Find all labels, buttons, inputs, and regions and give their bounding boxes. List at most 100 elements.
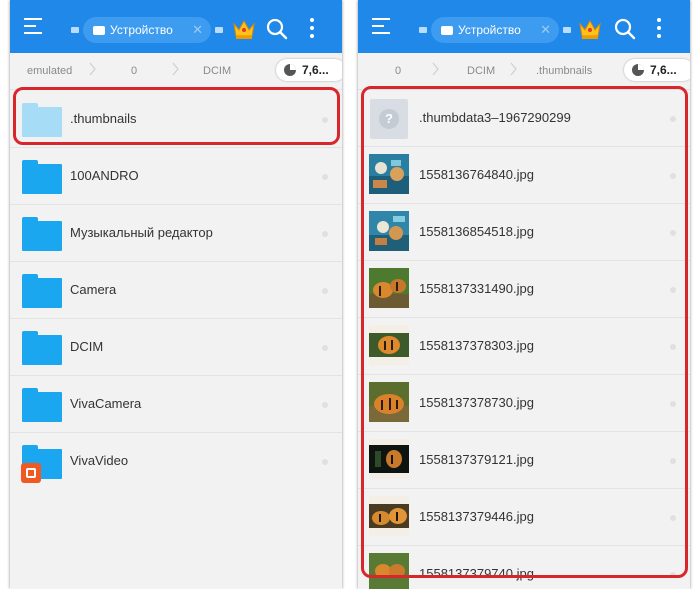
list-item[interactable]: VivaVideo [10, 432, 342, 489]
item-name: 1558136854518.jpg [419, 224, 534, 239]
storage-pie-icon [284, 64, 296, 76]
image-thumbnail [369, 325, 409, 365]
menu-icon[interactable] [24, 18, 42, 34]
tab-indicator-icon[interactable] [215, 27, 223, 33]
select-dot-icon[interactable] [670, 401, 676, 407]
crown-icon[interactable] [578, 18, 602, 40]
top-bar: Устройство ✕ [10, 0, 342, 53]
breadcrumb-item[interactable]: DCIM [203, 65, 231, 77]
unknown-file-icon: ? [370, 99, 408, 139]
select-dot-icon[interactable] [322, 345, 328, 351]
folder-icon [22, 388, 62, 422]
select-dot-icon[interactable] [322, 117, 328, 123]
breadcrumb-item[interactable]: 0 [131, 65, 137, 77]
close-tab-icon[interactable]: ✕ [192, 22, 203, 38]
folder-icon [22, 274, 62, 308]
chevron-right-icon [510, 62, 517, 76]
item-name: 1558137379446.jpg [419, 509, 534, 524]
tab-indicator-icon[interactable] [71, 27, 79, 33]
list-item[interactable]: DCIM [10, 318, 342, 376]
list-item[interactable]: .thumbnails [10, 90, 342, 148]
device-icon [93, 26, 105, 35]
select-dot-icon[interactable] [322, 288, 328, 294]
select-dot-icon[interactable] [322, 231, 328, 237]
storage-indicator[interactable]: 7,6... [624, 59, 690, 81]
list-item[interactable]: 1558136764840.jpg [358, 146, 690, 204]
app-badge-icon [21, 463, 41, 483]
image-thumbnail [369, 439, 409, 479]
item-name: VivaVideo [70, 453, 129, 468]
chevron-right-icon [89, 62, 96, 76]
list-item[interactable]: 1558137379446.jpg [358, 488, 690, 546]
item-name: .thumbnails [70, 111, 137, 126]
image-thumbnail [369, 268, 409, 308]
select-dot-icon[interactable] [670, 344, 676, 350]
list-item[interactable]: Camera [10, 261, 342, 319]
storage-pie-icon [632, 64, 644, 76]
breadcrumb-item[interactable]: emulated [27, 65, 72, 77]
select-dot-icon[interactable] [670, 458, 676, 464]
tab-device[interactable]: Устройство ✕ [431, 17, 559, 43]
select-dot-icon[interactable] [670, 287, 676, 293]
list-item[interactable]: 1558137378730.jpg [358, 374, 690, 432]
folder-icon [22, 331, 62, 365]
list-item[interactable]: 1558137379740.jpg [358, 545, 690, 589]
item-name: 1558137379740.jpg [419, 566, 534, 581]
chevron-right-icon [432, 62, 439, 76]
tab-label: Устройство [458, 23, 521, 37]
breadcrumb-item[interactable]: 0 [395, 65, 401, 77]
list-item[interactable]: ? .thumbdata3–1967290299 [358, 89, 690, 147]
list-item[interactable]: 100ANDRO [10, 147, 342, 205]
crown-icon[interactable] [232, 18, 256, 40]
storage-indicator[interactable]: 7,6... [276, 59, 342, 81]
select-dot-icon[interactable] [670, 116, 676, 122]
tab-device[interactable]: Устройство ✕ [83, 17, 211, 43]
select-dot-icon[interactable] [322, 174, 328, 180]
item-name: VivaCamera [70, 396, 142, 411]
select-dot-icon[interactable] [670, 230, 676, 236]
select-dot-icon[interactable] [322, 459, 328, 465]
chevron-right-icon [172, 62, 179, 76]
folder-icon [22, 160, 62, 194]
item-name: 1558136764840.jpg [419, 167, 534, 182]
list-item[interactable]: 1558137378303.jpg [358, 317, 690, 375]
list-item[interactable]: 1558136854518.jpg [358, 203, 690, 261]
select-dot-icon[interactable] [670, 572, 676, 578]
folder-icon [22, 217, 62, 251]
more-options-icon[interactable] [656, 18, 662, 38]
right-file-panel: Устройство ✕ 0 DCIM .thumbnails 7,6... ?… [358, 0, 690, 589]
select-dot-icon[interactable] [670, 173, 676, 179]
tab-indicator-icon[interactable] [419, 27, 427, 33]
tab-label: Устройство [110, 23, 173, 37]
menu-icon[interactable] [372, 18, 390, 34]
search-icon[interactable] [614, 18, 636, 40]
search-icon[interactable] [266, 18, 288, 40]
image-thumbnail [369, 154, 409, 194]
item-name: 1558137378730.jpg [419, 395, 534, 410]
image-thumbnail [369, 382, 409, 422]
breadcrumb: 0 DCIM .thumbnails 7,6... [358, 53, 690, 90]
item-name: .thumbdata3–1967290299 [419, 110, 571, 125]
tab-indicator-icon[interactable] [563, 27, 571, 33]
storage-value: 7,6... [650, 63, 677, 77]
list-item[interactable]: 1558137379121.jpg [358, 431, 690, 489]
item-name: Camera [70, 282, 117, 297]
select-dot-icon[interactable] [670, 515, 676, 521]
more-options-icon[interactable] [309, 18, 315, 38]
top-bar: Устройство ✕ [358, 0, 690, 53]
item-name: 1558137331490.jpg [419, 281, 534, 296]
breadcrumb-item[interactable]: DCIM [467, 65, 495, 77]
image-thumbnail [369, 553, 409, 589]
item-name: DCIM [70, 339, 104, 354]
image-thumbnail [369, 211, 409, 251]
close-tab-icon[interactable]: ✕ [540, 22, 551, 38]
item-name: 1558137379121.jpg [419, 452, 534, 467]
image-thumbnail [369, 496, 409, 536]
list-item[interactable]: 1558137331490.jpg [358, 260, 690, 318]
list-item[interactable]: Музыкальный редактор [10, 204, 342, 262]
select-dot-icon[interactable] [322, 402, 328, 408]
storage-value: 7,6... [302, 63, 329, 77]
list-item[interactable]: VivaCamera [10, 375, 342, 433]
left-file-panel: Устройство ✕ emulated 0 DCIM 7,6... .thu… [10, 0, 342, 589]
breadcrumb-item[interactable]: .thumbnails [536, 65, 592, 77]
